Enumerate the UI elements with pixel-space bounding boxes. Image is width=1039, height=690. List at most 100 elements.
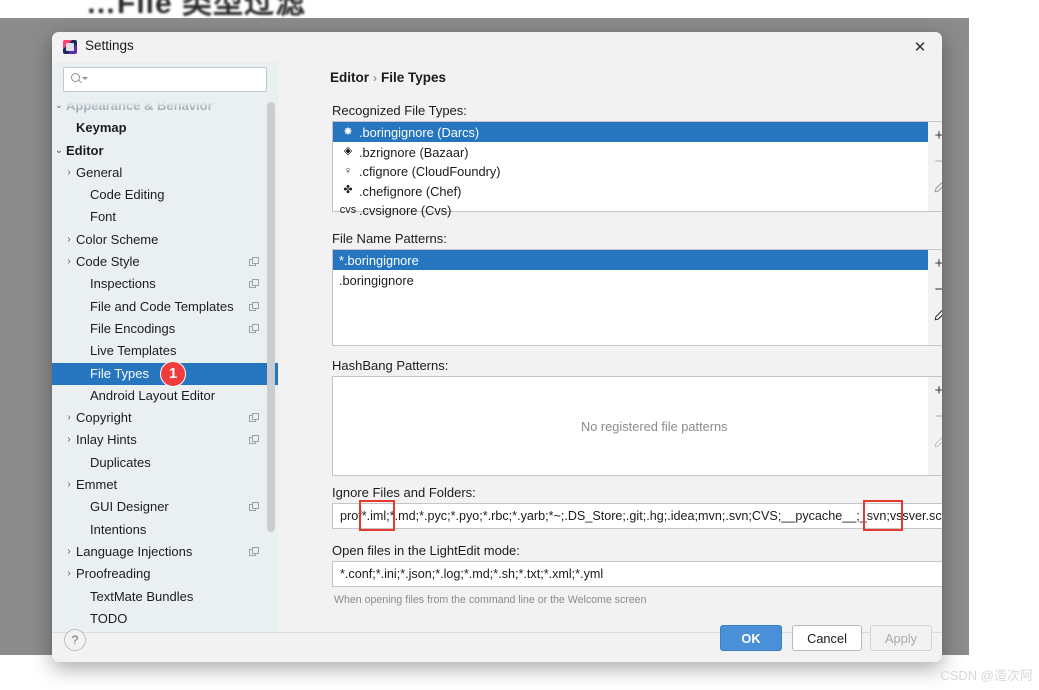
hashbang-patterns-list[interactable]: No registered file patterns (332, 376, 942, 476)
sidebar-item-copyright[interactable]: › Copyright (52, 407, 278, 429)
help-button[interactable]: ? (64, 629, 86, 651)
sidebar-item-appearance-behavior[interactable]: ⌄ Appearance & Behavior (52, 95, 278, 117)
sidebar-item-label: Inlay Hints (76, 432, 137, 448)
copy-settings-icon (249, 279, 260, 289)
sidebar-item-color-scheme[interactable]: › Color Scheme (52, 229, 278, 251)
hashbang-edit-pencil-icon[interactable] (928, 429, 942, 455)
hashbang-remove-button[interactable]: − (928, 403, 942, 429)
apply-button[interactable]: Apply (870, 625, 932, 651)
sidebar-item-label: GUI Designer (90, 499, 169, 515)
list-item-label: .boringignore (339, 272, 414, 288)
sidebar-item-inspections[interactable]: Inspections (52, 273, 278, 295)
copy-settings-icon (249, 546, 260, 557)
sidebar-item-live-templates[interactable]: Live Templates (52, 340, 278, 362)
screenshot-root: …File 类型过滤 Settings ✕ ⌄ Appearance & Beha… (0, 0, 1039, 690)
sidebar-item-android-layout-editor[interactable]: Android Layout Editor (52, 385, 278, 407)
sidebar-item-inlay-hints[interactable]: › Inlay Hints (52, 429, 278, 451)
sidebar-item-duplicates[interactable]: Duplicates (52, 452, 278, 474)
breadcrumb-separator-icon: › (373, 71, 377, 85)
sidebar-item-code-style[interactable]: › Code Style (52, 251, 278, 273)
sidebar-item-language-injections[interactable]: › Language Injections (52, 541, 278, 563)
list-item[interactable]: .boringignore (333, 270, 942, 290)
sidebar-item-label: File Types (90, 365, 150, 381)
page-backdrop-right (969, 18, 1039, 690)
file-type-icon: ✸ (343, 125, 353, 138)
intellij-icon (63, 40, 77, 54)
copy-settings-icon (249, 413, 260, 423)
patterns-edit-pencil-icon[interactable] (928, 302, 942, 328)
recognized-remove-button[interactable]: − (928, 148, 942, 174)
recognized-add-button[interactable]: + (928, 122, 942, 148)
sidebar-item-gui-designer[interactable]: GUI Designer (52, 496, 278, 518)
sidebar-item-file-encodings[interactable]: File Encodings (52, 318, 278, 340)
list-item[interactable]: ✤ .chefignore (Chef) (333, 181, 942, 201)
patterns-add-button[interactable]: + (928, 250, 942, 276)
chevron-right-icon[interactable]: › (63, 563, 75, 585)
sidebar-scrollbar-thumb[interactable] (267, 102, 275, 532)
copy-settings-icon (249, 502, 260, 512)
hashbang-add-button[interactable]: + (928, 377, 942, 403)
recognized-edit-pencil-icon[interactable] (928, 174, 942, 200)
chevron-right-icon[interactable]: › (63, 162, 75, 184)
sidebar-item-label: Color Scheme (76, 231, 159, 247)
sidebar-item-intentions[interactable]: Intentions (52, 519, 278, 541)
list-item[interactable]: ◈ .bzrignore (Bazaar) (333, 142, 942, 162)
dialog-title: Settings (85, 38, 134, 53)
list-item-label: *.boringignore (339, 252, 419, 268)
chevron-right-icon[interactable]: › (63, 474, 75, 496)
file-name-patterns-list[interactable]: *.boringignore .boringignore (332, 249, 942, 346)
sidebar-item-label: Android Layout Editor (90, 387, 216, 403)
chevron-down-icon[interactable]: ⌄ (53, 95, 65, 117)
file-type-icon: ♀ (343, 164, 353, 177)
ok-button[interactable]: OK (720, 625, 782, 651)
step-badge-1: 1 (160, 360, 186, 387)
sidebar-item-textmate-bundles[interactable]: TextMate Bundles (52, 586, 278, 608)
ignore-files-input[interactable]: prof*.iml;*.md;*.pyc;*.pyo;*.rbc;*.yarb;… (332, 503, 942, 529)
list-item[interactable]: ♀ .cfignore (CloudFoundry) (333, 161, 942, 181)
sidebar-item-general[interactable]: › General (52, 162, 278, 184)
chevron-right-icon[interactable]: › (63, 407, 75, 429)
sidebar-item-todo[interactable]: TODO (52, 608, 278, 630)
search-box[interactable] (63, 67, 267, 92)
file-name-patterns-toolbar: + − (928, 249, 942, 346)
file-name-patterns-label: File Name Patterns: (332, 231, 447, 246)
list-item[interactable]: *.boringignore (333, 250, 942, 270)
settings-main-pane: Editor › File Types Recognized File Types:… (278, 62, 942, 632)
sidebar-item-file-and-code-templates[interactable]: File and Code Templates (52, 296, 278, 318)
breadcrumb-leaf: File Types (381, 70, 447, 85)
sidebar-item-code-editing[interactable]: Code Editing (52, 184, 278, 206)
cancel-button[interactable]: Cancel (792, 625, 862, 651)
sidebar-item-label: TODO (90, 610, 128, 626)
list-item[interactable]: ✸ .boringignore (Darcs) (333, 122, 942, 142)
sidebar-item-keymap[interactable]: Keymap (52, 117, 278, 139)
search-icon (71, 73, 88, 85)
chevron-right-icon[interactable]: › (63, 541, 75, 563)
patterns-remove-button[interactable]: − (928, 276, 942, 302)
sidebar-item-proofreading[interactable]: › Proofreading (52, 563, 278, 585)
sidebar-item-emmet[interactable]: › Emmet (52, 474, 278, 496)
sidebar-item-label: Copyright (76, 410, 132, 426)
chevron-right-icon[interactable]: › (63, 251, 75, 273)
recognized-file-types-list[interactable]: ✸ .boringignore (Darcs) ◈ .bzrignore (Bazaa… (332, 121, 942, 218)
list-item-label: .boringignore (Darcs) (359, 124, 480, 140)
lightedit-hint: When opening files from the command line… (334, 594, 647, 606)
chevron-down-icon[interactable]: ⌄ (53, 140, 65, 162)
chevron-right-icon[interactable]: › (63, 429, 75, 451)
close-icon[interactable]: ✕ (898, 32, 942, 62)
sidebar-item-editor[interactable]: ⌄ Editor (52, 140, 278, 162)
list-item[interactable]: cvs .cvsignore (Cvs) (333, 200, 942, 220)
settings-sidebar: ⌄ Appearance & Behavior Keymap ⌄ Editor › Gene… (52, 62, 278, 632)
sidebar-item-label: Inspections (90, 276, 156, 292)
sidebar-item-label: Code Editing (90, 187, 165, 203)
sidebar-item-label: TextMate Bundles (90, 588, 194, 604)
sidebar-item-font[interactable]: Font (52, 206, 278, 228)
ignore-files-label: Ignore Files and Folders: (332, 485, 476, 500)
lightedit-label: Open files in the LightEdit mode: (332, 543, 520, 558)
recognized-file-types-label: Recognized File Types: (332, 103, 467, 118)
search-input[interactable] (88, 70, 260, 90)
chevron-right-icon[interactable]: › (63, 229, 75, 251)
lightedit-input[interactable]: *.conf;*.ini;*.json;*.log;*.md;*.sh;*.tx… (332, 561, 942, 587)
sidebar-item-label: Keymap (76, 120, 127, 136)
breadcrumb-root[interactable]: Editor (330, 70, 369, 85)
list-item-label: .cfignore (CloudFoundry) (359, 163, 501, 179)
